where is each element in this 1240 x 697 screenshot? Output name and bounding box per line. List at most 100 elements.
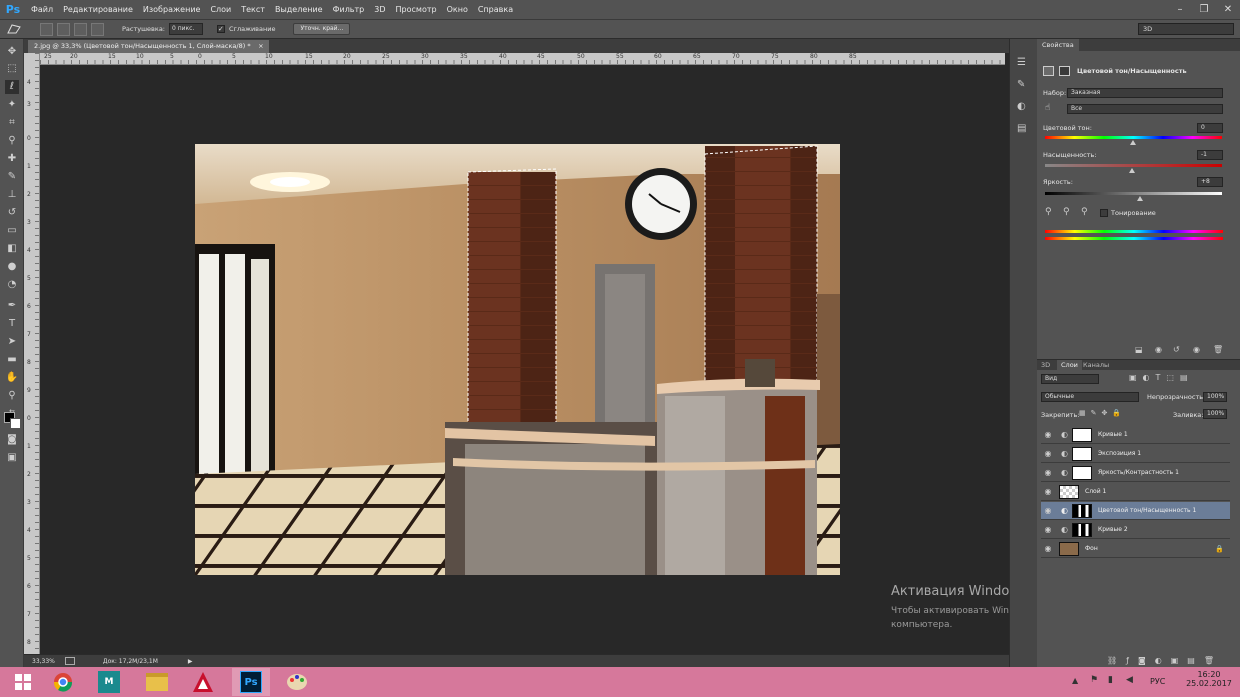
tray-network-icon[interactable]: ▮ bbox=[1108, 675, 1113, 685]
visibility-eye-icon[interactable]: ◉ bbox=[1041, 544, 1055, 553]
layer-row[interactable]: ◉ ◐ Кривые 1 bbox=[1041, 426, 1230, 444]
channel-select[interactable]: Все bbox=[1067, 104, 1223, 114]
saturation-input[interactable]: -1 bbox=[1197, 150, 1223, 160]
menu-type[interactable]: Текст bbox=[236, 0, 270, 19]
type-tool-icon[interactable]: T bbox=[5, 317, 19, 331]
tab-properties[interactable]: Свойства bbox=[1037, 39, 1079, 51]
folder-icon[interactable] bbox=[138, 668, 176, 696]
photoshop-icon[interactable]: Ps bbox=[232, 668, 270, 696]
polygonal-lasso-icon[interactable] bbox=[6, 22, 24, 36]
layer-row[interactable]: ◉ ◐ Экспозиция 1 bbox=[1041, 445, 1230, 463]
saturation-slider-thumb[interactable] bbox=[1129, 168, 1135, 173]
chrome-icon[interactable] bbox=[44, 668, 82, 696]
menu-select[interactable]: Выделение bbox=[270, 0, 328, 19]
clock[interactable]: 16:20 25.02.2017 bbox=[1182, 670, 1236, 688]
brush-panel-icon[interactable]: ✎ bbox=[1017, 79, 1031, 93]
visibility-eye-icon[interactable]: ◉ bbox=[1041, 468, 1055, 477]
feather-input[interactable]: 0 пикс. bbox=[169, 23, 203, 35]
restore-button[interactable]: ❐ bbox=[1196, 4, 1212, 15]
hue-slider-thumb[interactable] bbox=[1130, 140, 1136, 145]
windows-start-icon[interactable] bbox=[4, 668, 42, 696]
blend-mode-select[interactable]: Обычные bbox=[1041, 392, 1139, 402]
fill-input[interactable]: 100% bbox=[1203, 409, 1227, 419]
subtract-selection-icon[interactable] bbox=[74, 22, 87, 36]
visibility-eye-icon[interactable]: ◉ bbox=[1041, 430, 1055, 439]
gradient-tool-icon[interactable]: ◧ bbox=[5, 242, 19, 256]
workspace-select[interactable]: 3D bbox=[1138, 23, 1234, 35]
adjustments-panel-icon[interactable]: ◐ bbox=[1017, 101, 1031, 115]
antialias-checkbox[interactable]: ✓ bbox=[217, 25, 225, 33]
visibility-icon[interactable]: ◉ bbox=[1193, 345, 1200, 354]
tray-volume-icon[interactable]: ◀ bbox=[1126, 675, 1133, 685]
styles-panel-icon[interactable]: ▤ bbox=[1017, 123, 1031, 137]
menu-view[interactable]: Просмотр bbox=[391, 0, 442, 19]
tab-channels[interactable]: Каналы bbox=[1083, 360, 1109, 370]
trash-icon[interactable]: 🗑 bbox=[1213, 345, 1223, 354]
layer-filter-select[interactable]: Вид bbox=[1041, 374, 1099, 384]
paint-icon[interactable] bbox=[278, 668, 316, 696]
tray-flag-icon[interactable]: ⚑ bbox=[1090, 675, 1098, 685]
healing-brush-icon[interactable]: ✚ bbox=[5, 152, 19, 166]
eyedropper-minus-icon[interactable]: ⚲ bbox=[1081, 207, 1088, 217]
quick-mask-icon[interactable]: ◙ bbox=[5, 433, 19, 447]
refine-edge-button[interactable]: Уточн. край... bbox=[293, 23, 351, 35]
brush-tool-icon[interactable]: ✎ bbox=[5, 170, 19, 184]
close-tab-icon[interactable]: × bbox=[258, 40, 263, 53]
path-selection-icon[interactable]: ➤ bbox=[5, 335, 19, 349]
layer-row[interactable]: ◉ ◐ Яркость/Контрастность 1 bbox=[1041, 464, 1230, 482]
reset-icon[interactable]: ↺ bbox=[1173, 345, 1180, 354]
layer-actions-bar[interactable]: ⛓ƒ◙◐▣▤🗑 bbox=[1107, 656, 1223, 665]
lock-icons[interactable]: ▦✎✥🔒 bbox=[1079, 409, 1126, 417]
background-color-swatch[interactable] bbox=[10, 418, 21, 429]
layer-row[interactable]: ◉ Слой 1 bbox=[1041, 483, 1230, 501]
document-canvas-image[interactable] bbox=[195, 144, 840, 575]
tray-arrow-icon[interactable]: ▲ bbox=[1072, 676, 1078, 685]
dodge-tool-icon[interactable]: ◔ bbox=[5, 278, 19, 292]
lightness-slider-thumb[interactable] bbox=[1137, 196, 1143, 201]
stamp-tool-icon[interactable]: ⊥ bbox=[5, 188, 19, 202]
view-previous-icon[interactable]: ◉ bbox=[1155, 345, 1162, 354]
add-selection-icon[interactable] bbox=[57, 22, 70, 36]
menu-3d[interactable]: 3D bbox=[369, 0, 390, 19]
visibility-eye-icon[interactable]: ◉ bbox=[1041, 506, 1055, 515]
zoom-tool-icon[interactable]: ⚲ bbox=[5, 389, 19, 403]
blur-tool-icon[interactable]: ● bbox=[5, 260, 19, 274]
filter-type-icons[interactable]: ▣◐T⬚▤ bbox=[1129, 373, 1194, 382]
hue-slider-track[interactable] bbox=[1045, 136, 1222, 139]
targeted-adjust-hand-icon[interactable]: ☝ bbox=[1045, 103, 1057, 115]
clip-to-layer-icon[interactable]: ⬓ bbox=[1135, 345, 1143, 354]
layer-row[interactable]: ◉ ◐ Кривые 2 bbox=[1041, 521, 1230, 539]
menu-help[interactable]: Справка bbox=[473, 0, 518, 19]
eyedropper-plus-icon[interactable]: ⚲ bbox=[1063, 207, 1070, 217]
3dsmax-icon[interactable]: M bbox=[90, 668, 128, 696]
magic-wand-icon[interactable]: ✦ bbox=[5, 98, 19, 112]
shape-tool-icon[interactable]: ▬ bbox=[5, 353, 19, 367]
lightness-slider-track[interactable] bbox=[1045, 192, 1222, 195]
mask-icon[interactable] bbox=[1059, 66, 1070, 76]
hand-tool-icon[interactable]: ✋ bbox=[5, 371, 19, 385]
hue-input[interactable]: 0 bbox=[1197, 123, 1223, 133]
menu-edit[interactable]: Редактирование bbox=[58, 0, 138, 19]
menu-window[interactable]: Окно bbox=[442, 0, 473, 19]
eyedropper-icon[interactable]: ⚲ bbox=[1045, 207, 1052, 217]
layer-row-selected[interactable]: ◉ ◐ Цветовой тон/Насыщенность 1 bbox=[1041, 502, 1230, 520]
move-tool-icon[interactable]: ✥ bbox=[5, 45, 19, 59]
zoom-value[interactable]: 33,33% bbox=[32, 658, 55, 665]
tab-3d[interactable]: 3D bbox=[1041, 360, 1050, 370]
history-panel-icon[interactable]: ☰ bbox=[1017, 57, 1031, 71]
visibility-eye-icon[interactable]: ◉ bbox=[1041, 449, 1055, 458]
document-tab[interactable]: 2.jpg @ 33,3% (Цветовой тон/Насыщенность… bbox=[28, 40, 269, 53]
colorize-checkbox[interactable] bbox=[1100, 209, 1108, 217]
history-brush-icon[interactable]: ↺ bbox=[5, 206, 19, 220]
export-icon[interactable] bbox=[64, 657, 75, 665]
marquee-tool-icon[interactable]: ⬚ bbox=[5, 62, 19, 76]
layer-row[interactable]: ◉ Фон 🔒 bbox=[1041, 540, 1230, 558]
screen-mode-icon[interactable]: ▣ bbox=[5, 451, 19, 465]
menu-layers[interactable]: Слои bbox=[205, 0, 236, 19]
preset-select[interactable]: Заказная bbox=[1067, 88, 1223, 98]
tab-layers[interactable]: Слои bbox=[1057, 360, 1082, 370]
menu-image[interactable]: Изображение bbox=[138, 0, 206, 19]
new-selection-icon[interactable] bbox=[40, 22, 53, 36]
lightness-input[interactable]: +8 bbox=[1197, 177, 1223, 187]
visibility-eye-icon[interactable]: ◉ bbox=[1041, 487, 1055, 496]
